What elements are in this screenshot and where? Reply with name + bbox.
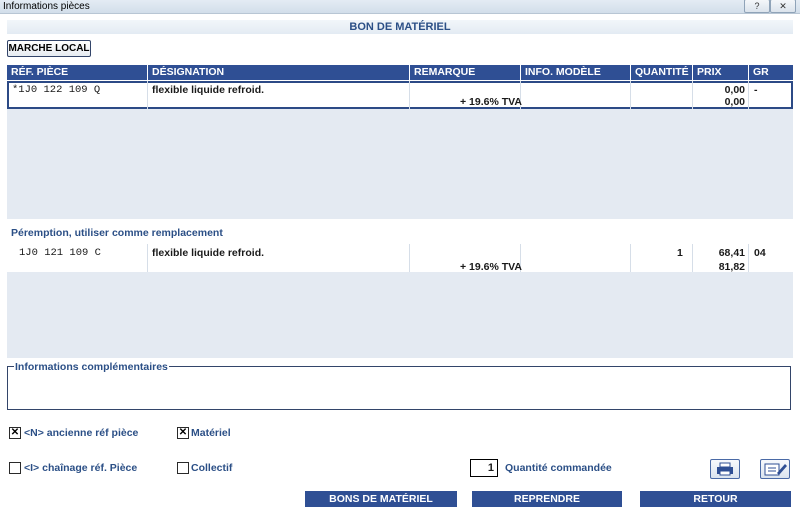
designation-value: flexible liquide refroid. [152,84,265,96]
col-gr[interactable]: GR [749,65,793,80]
designation-value: flexible liquide refroid. [152,247,265,259]
table-row[interactable]: 1J0 121 109 C flexible liquide refroid. … [7,244,793,273]
material-label: Matériel [191,427,231,439]
gr-value: - [754,84,758,96]
remark-value: + 19.6% TVA [460,96,522,108]
ref-value: 1J0 121 109 C [19,247,101,259]
edit-icon [764,463,787,476]
help-icon: ? [754,1,760,11]
parts-grid[interactable]: *1J0 122 109 Q flexible liquide refroid.… [7,81,793,219]
chain-checkbox[interactable] [9,462,21,474]
edit-button[interactable] [760,459,790,479]
printer-icon [717,462,733,476]
reprendre-button[interactable]: REPRENDRE [472,491,622,507]
price-value: 68,41 [718,247,745,259]
market-local-button[interactable]: MARCHE LOCAL [7,40,91,57]
page-title: BON DE MATÉRIEL [7,20,793,34]
help-button[interactable]: ? [744,0,770,13]
window-title: Informations pièces [3,1,90,12]
table-row[interactable]: *1J0 122 109 Q flexible liquide refroid.… [7,81,793,109]
quantity-value: 1 [677,247,683,259]
price-value: 0,00 [724,84,745,96]
remark-value: + 19.6% TVA [460,261,522,273]
bons-materiel-button[interactable]: BONS DE MATÉRIEL [305,491,457,507]
ref-value: *1J0 122 109 Q [12,84,101,96]
info-complementary[interactable]: Informations complémentaires [7,361,791,410]
col-remark[interactable]: REMARQUE [410,65,521,80]
old-ref-checkbox[interactable]: ✕ [9,427,21,439]
print-button[interactable] [710,459,740,479]
price-ttc-value: 81,82 [718,261,745,273]
replacement-title: Péremption, utiliser comme remplacement [11,227,223,239]
collective-checkbox[interactable] [177,462,189,474]
gr-value: 04 [754,247,766,259]
price-ttc-value: 0,00 [724,96,745,108]
quantity-input[interactable]: 1 [470,459,498,477]
grid-header: RÉF. PIÈCE DÉSIGNATION REMARQUE INFO. MO… [7,65,793,80]
col-quantity[interactable]: QUANTITÉ [631,65,693,80]
old-ref-label: <N> ancienne réf pièce [24,427,139,439]
collective-label: Collectif [191,462,233,474]
col-ref[interactable]: RÉF. PIÈCE [7,65,148,80]
info-complementary-title: Informations complémentaires [14,361,169,373]
retour-button[interactable]: RETOUR [640,491,791,507]
chain-label: <I> chaînage réf. Pièce [24,462,138,474]
col-price[interactable]: PRIX [693,65,749,80]
quantity-label: Quantité commandée [505,462,612,474]
col-designation[interactable]: DÉSIGNATION [148,65,410,80]
col-info-model[interactable]: INFO. MODÈLE [521,65,631,80]
window-titlebar: Informations pièces ? ✕ [0,0,800,14]
close-icon: ✕ [779,1,787,11]
close-button[interactable]: ✕ [770,0,796,13]
replacement-grid[interactable]: 1J0 121 109 C flexible liquide refroid. … [7,244,793,358]
material-checkbox[interactable]: ✕ [177,427,189,439]
